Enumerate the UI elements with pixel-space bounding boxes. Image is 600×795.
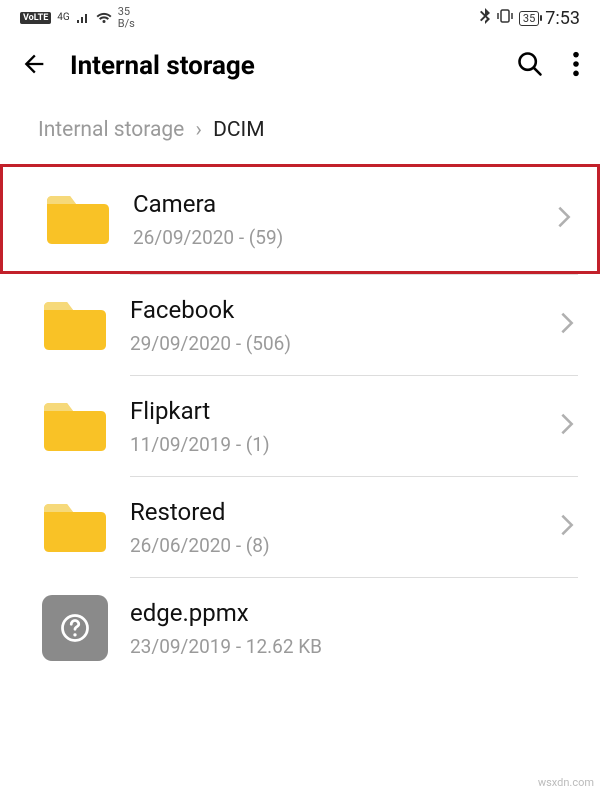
item-subtitle: 26/06/2020 - (8) [130,534,560,557]
folder-icon [38,491,112,563]
breadcrumb-current: DCIM [213,118,265,142]
folder-item-camera[interactable]: Camera 26/09/2020 - (59) [0,164,600,274]
vibrate-icon [497,9,513,27]
network-type: 4G [57,13,69,23]
cell-signal-icon [76,12,90,24]
bluetooth-icon [479,8,491,28]
folder-item-restored[interactable]: Restored 26/06/2020 - (8) [0,477,600,577]
wifi-icon [96,12,112,24]
status-right: 35 7:53 [479,8,580,29]
breadcrumb[interactable]: Internal storage › DCIM [0,100,600,162]
breadcrumb-root[interactable]: Internal storage [38,118,184,142]
status-bar: VoLTE 4G 35 B/s 35 7:53 [0,0,600,34]
item-subtitle: 29/09/2020 - (506) [130,332,560,355]
battery-icon: 35 [519,11,539,26]
app-header: Internal storage [0,34,600,100]
folder-item-facebook[interactable]: Facebook 29/09/2020 - (506) [0,275,600,375]
battery-percent: 35 [523,12,535,25]
folder-icon [38,390,112,462]
status-left: VoLTE 4G 35 B/s [20,6,135,30]
more-options-button[interactable] [572,50,580,82]
chevron-right-icon [560,412,580,440]
watermark: wsxdn.com [538,776,594,789]
chevron-right-icon [560,513,580,541]
file-unknown-icon [38,592,112,664]
search-button[interactable] [516,50,544,82]
page-title: Internal storage [70,51,494,81]
chevron-right-icon [560,311,580,339]
status-time: 7:53 [545,8,580,29]
chevron-right-icon [557,205,577,233]
file-item-edge-ppmx[interactable]: edge.ppmx 23/09/2019 - 12.62 KB [0,578,600,678]
network-speed: 35 B/s [118,6,135,30]
item-subtitle: 23/09/2019 - 12.62 KB [130,635,580,658]
item-name: Facebook [130,296,560,324]
item-name: Camera [133,190,557,218]
folder-icon [41,183,115,255]
directory-list: Camera 26/09/2020 - (59) Facebook 29/09/… [0,164,600,678]
folder-item-flipkart[interactable]: Flipkart 11/09/2019 - (1) [0,376,600,476]
folder-icon [38,289,112,361]
back-button[interactable] [20,50,48,82]
net-speed-unit: B/s [118,18,135,30]
item-name: edge.ppmx [130,599,580,627]
item-subtitle: 11/09/2019 - (1) [130,433,560,456]
item-subtitle: 26/09/2020 - (59) [133,226,557,249]
item-name: Restored [130,498,560,526]
volte-badge: VoLTE [20,12,51,24]
item-name: Flipkart [130,397,560,425]
chevron-right-icon: › [196,118,202,142]
